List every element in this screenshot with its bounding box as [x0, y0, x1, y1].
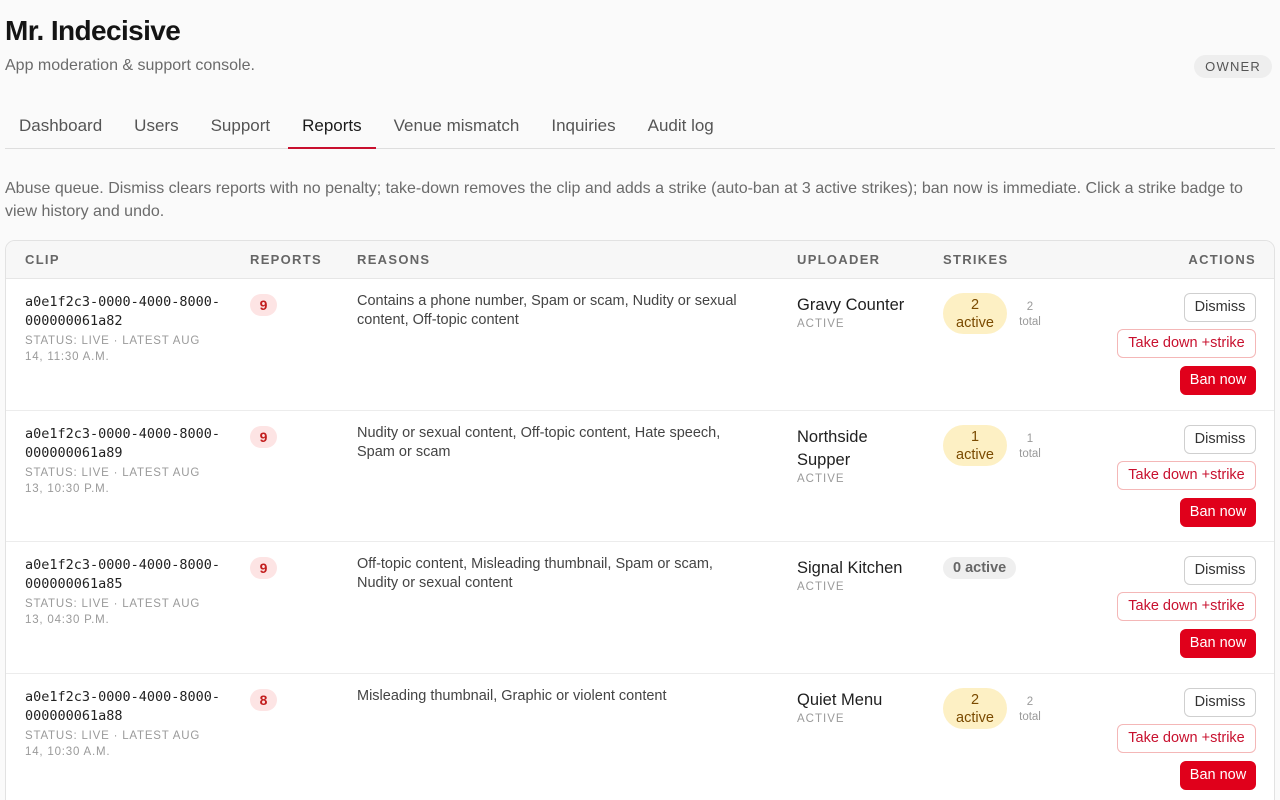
table-row: a0e1f2c3-0000-4000-8000-000000061a82 STA…: [6, 279, 1274, 411]
strike-total-label: total: [1019, 710, 1041, 723]
tab-inquiries[interactable]: Inquiries: [537, 104, 629, 148]
strike-total: 2 total: [1015, 695, 1045, 725]
take-down-strike-button[interactable]: Take down +strike: [1117, 723, 1256, 753]
ban-now-button[interactable]: Ban now: [1180, 629, 1256, 658]
table-row: a0e1f2c3-0000-4000-8000-000000061a85 STA…: [6, 542, 1274, 674]
table-row: a0e1f2c3-0000-4000-8000-000000061a89 STA…: [6, 411, 1274, 542]
report-reasons: Nudity or sexual content, Off-topic cont…: [357, 424, 721, 460]
report-reasons: Misleading thumbnail, Graphic or violent…: [357, 687, 667, 704]
strike-total-count: 1: [1026, 432, 1034, 445]
dismiss-button[interactable]: Dismiss: [1184, 293, 1256, 322]
uploader-name[interactable]: Gravy Counter: [797, 294, 917, 317]
strike-total-label: total: [1019, 316, 1041, 328]
strike-badge[interactable]: 0 active: [943, 557, 1017, 579]
tab-users[interactable]: Users: [120, 104, 192, 148]
strike-total-count: 2: [1026, 695, 1034, 708]
strike-total-count: 2: [1026, 301, 1034, 313]
app-title: Mr. Indecisive: [5, 15, 181, 46]
uploader-name[interactable]: Signal Kitchen: [797, 557, 917, 580]
queue-description: Abuse queue. Dismiss clears reports with…: [5, 180, 1243, 220]
column-header-reports: REPORTS: [250, 252, 322, 267]
strike-total: 2 total: [1015, 300, 1045, 330]
dismiss-button[interactable]: Dismiss: [1184, 687, 1256, 717]
clip-id: a0e1f2c3-0000-4000-8000-000000061a88: [25, 688, 221, 724]
uploader-status: ACTIVE: [797, 581, 845, 593]
column-header-actions: ACTIONS: [1188, 252, 1256, 267]
role-badge: OWNER: [1194, 55, 1272, 78]
report-reasons: Contains a phone number, Spam or scam, N…: [357, 293, 737, 328]
report-reasons: Off-topic content, Misleading thumbnail,…: [357, 556, 713, 591]
strike-active-label: active: [956, 315, 994, 331]
clip-id: a0e1f2c3-0000-4000-8000-000000061a82: [25, 294, 221, 329]
report-count-badge: 9: [250, 557, 277, 579]
strike-active-label: active: [956, 446, 994, 463]
tab-support[interactable]: Support: [197, 104, 285, 148]
column-header-reasons: REASONS: [357, 252, 431, 267]
column-header-clip: CLIP: [25, 252, 60, 267]
take-down-strike-button[interactable]: Take down +strike: [1117, 329, 1256, 358]
take-down-strike-button[interactable]: Take down +strike: [1117, 592, 1256, 621]
strike-badge[interactable]: 2 active: [943, 293, 1007, 334]
clip-status: STATUS: LIVE · LATEST AUG 13, 04:30 P.M.: [25, 598, 201, 626]
column-header-strikes: STRIKES: [943, 252, 1009, 267]
clip-id: a0e1f2c3-0000-4000-8000-000000061a89: [25, 425, 221, 461]
uploader-name[interactable]: Quiet Menu: [797, 689, 917, 712]
strike-badge[interactable]: 1 active: [943, 424, 1007, 466]
tab-audit-log[interactable]: Audit log: [634, 104, 728, 148]
tab-dashboard[interactable]: Dashboard: [5, 104, 116, 148]
clip-status: STATUS: LIVE · LATEST AUG 13, 10:30 P.M.: [25, 466, 201, 495]
strike-active-label: active: [956, 709, 994, 726]
table-row: a0e1f2c3-0000-4000-8000-000000061a88 STA…: [6, 674, 1274, 800]
strike-active-count: 2: [970, 691, 980, 708]
dismiss-button[interactable]: Dismiss: [1184, 556, 1256, 585]
strike-total-label: total: [1019, 447, 1041, 460]
uploader-status: ACTIVE: [797, 472, 845, 485]
clip-id: a0e1f2c3-0000-4000-8000-000000061a85: [25, 557, 221, 592]
dismiss-button[interactable]: Dismiss: [1184, 424, 1256, 454]
ban-now-button[interactable]: Ban now: [1180, 497, 1256, 527]
report-count-badge: 8: [250, 688, 277, 711]
uploader-status: ACTIVE: [797, 712, 845, 725]
clip-status: STATUS: LIVE · LATEST AUG 14, 11:30 A.M.: [25, 335, 201, 363]
ban-now-button[interactable]: Ban now: [1180, 760, 1256, 790]
tab-bar: Dashboard Users Support Reports Venue mi…: [5, 104, 1275, 149]
report-count-badge: 9: [250, 425, 277, 448]
column-header-uploader: UPLOADER: [797, 252, 881, 267]
table-header: CLIP REPORTS REASONS UPLOADER STRIKES AC…: [6, 241, 1274, 279]
uploader-status: ACTIVE: [797, 318, 845, 330]
uploader-name[interactable]: Northside Supper: [797, 426, 917, 472]
tab-reports[interactable]: Reports: [288, 104, 376, 149]
report-count-badge: 9: [250, 294, 277, 316]
app-subtitle: App moderation & support console.: [5, 57, 255, 74]
strike-badge[interactable]: 2 active: [943, 687, 1007, 729]
tab-venue-mismatch[interactable]: Venue mismatch: [380, 104, 534, 148]
strike-total: 1 total: [1015, 432, 1045, 462]
ban-now-button[interactable]: Ban now: [1180, 366, 1256, 395]
clip-status: STATUS: LIVE · LATEST AUG 14, 10:30 A.M.: [25, 729, 201, 758]
strike-active-count: 1: [970, 428, 980, 445]
strike-active-count: 2: [970, 297, 980, 313]
take-down-strike-button[interactable]: Take down +strike: [1117, 460, 1256, 490]
reports-table: CLIP REPORTS REASONS UPLOADER STRIKES AC…: [5, 240, 1275, 800]
